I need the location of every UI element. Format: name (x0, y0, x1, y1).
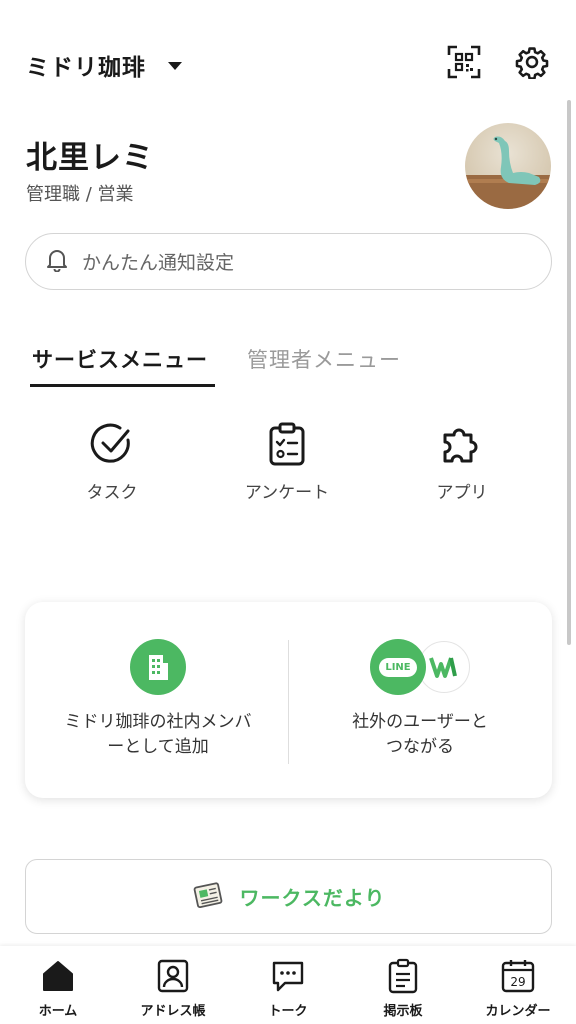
profile-role: 管理職 / 営業 (26, 184, 134, 205)
nav-label: トーク (268, 1004, 308, 1019)
service-label: アプリ (436, 483, 488, 503)
active-tab-indicator (30, 384, 215, 387)
nav-talk[interactable]: トーク (230, 958, 346, 1019)
add-internal-member-button[interactable]: ミドリ珈琲の社内メンバ ーとして追加 (33, 638, 283, 760)
invite-external-line2: つながる (386, 737, 454, 757)
building-icon (130, 639, 186, 695)
org-switcher[interactable]: ミドリ珈琲 (26, 48, 182, 82)
tab-admin-menu[interactable]: 管理者メニュー (247, 344, 401, 374)
service-task[interactable]: タスク (42, 420, 182, 503)
app-header: ミドリ珈琲 (0, 0, 576, 110)
divider (288, 640, 289, 764)
gear-icon[interactable] (514, 44, 550, 80)
caret-down-icon (168, 62, 182, 70)
board-icon (345, 958, 461, 994)
chat-icon (230, 958, 346, 994)
nav-calendar[interactable]: 29 カレンダー (460, 958, 576, 1019)
line-logo-icon: LINE (370, 639, 426, 695)
invite-card: ミドリ珈琲の社内メンバ ーとして追加 LINE 社外のユーザーと つながる (25, 602, 552, 798)
profile-name: 北里レミ (26, 140, 154, 176)
service-grid: タスク アンケート アプリ (0, 420, 576, 520)
clipboard-icon (217, 420, 357, 468)
calendar-date: 29 (510, 975, 525, 989)
nav-label: 掲示板 (383, 1004, 423, 1019)
nav-home[interactable]: ホーム (0, 958, 116, 1019)
service-apps[interactable]: アプリ (392, 420, 532, 503)
puzzle-icon (392, 420, 532, 468)
tab-service-menu[interactable]: サービスメニュー (32, 344, 208, 374)
check-circle-icon (42, 420, 182, 468)
invite-internal-line2: ーとして追加 (107, 737, 209, 757)
nav-label: カレンダー (485, 1004, 551, 1019)
nav-address-book[interactable]: アドレス帳 (115, 958, 231, 1019)
service-survey[interactable]: アンケート (217, 420, 357, 503)
nav-label: ホーム (38, 1004, 78, 1019)
invite-internal-line1: ミドリ珈琲の社内メンバ (64, 712, 252, 732)
service-label: アンケート (244, 483, 330, 503)
avatar[interactable] (465, 123, 551, 209)
nav-label: アドレス帳 (140, 1004, 206, 1019)
org-name: ミドリ珈琲 (26, 55, 146, 81)
address-book-icon (115, 958, 231, 994)
bottom-navigation: ホーム アドレス帳 トーク 掲示板 29 カレンダー (0, 946, 576, 1024)
notification-label: かんたん通知設定 (82, 252, 235, 274)
newspaper-icon (192, 880, 226, 914)
calendar-icon: 29 (460, 958, 576, 994)
easy-notification-settings-button[interactable]: かんたん通知設定 (25, 233, 552, 290)
home-icon (0, 958, 116, 994)
qr-code-icon[interactable] (446, 44, 482, 80)
nav-board[interactable]: 掲示板 (345, 958, 461, 1019)
connect-external-users-button[interactable]: LINE 社外のユーザーと つながる (295, 638, 545, 760)
menu-tabs: サービスメニュー 管理者メニュー (0, 336, 576, 388)
service-label: タスク (86, 483, 138, 503)
line-logo-text: LINE (379, 657, 417, 677)
works-news-button[interactable]: ワークスだより (25, 859, 552, 934)
works-news-label: ワークスだより (239, 886, 386, 910)
bell-icon (46, 248, 68, 276)
invite-external-line1: 社外のユーザーと (352, 712, 488, 732)
